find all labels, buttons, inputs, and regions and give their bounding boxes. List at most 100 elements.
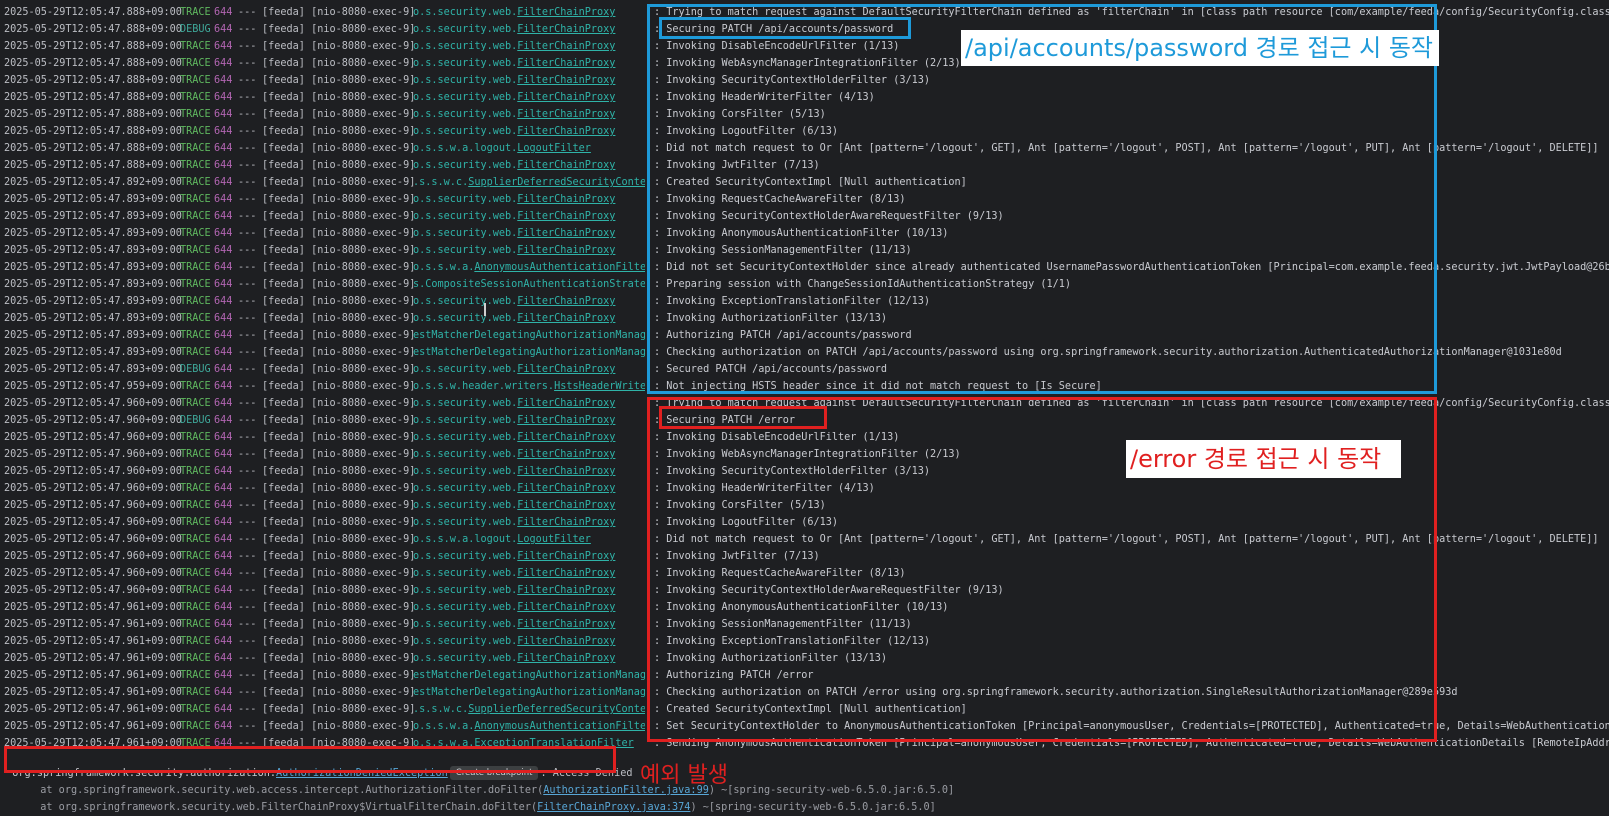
source-link[interactable]: FilterChainProxy.java:374 <box>537 802 690 813</box>
logger-class-link[interactable]: FilterChainProxy <box>517 313 615 324</box>
log-logger[interactable]: o.s.security.web.FilterChainProxy <box>413 21 645 38</box>
logger-class-link[interactable]: AnonymousAuthenticationFilter <box>474 262 645 273</box>
logger-class-link[interactable]: FilterChainProxy <box>517 415 615 426</box>
logger-class-link[interactable]: HstsHeaderWriter <box>554 381 645 392</box>
log-separator: --- <box>238 75 257 86</box>
log-logger[interactable]: o.s.s.w.a.AnonymousAuthenticationFilter <box>413 718 645 735</box>
log-logger[interactable]: o.s.security.web.FilterChainProxy <box>413 157 645 174</box>
log-logger[interactable]: o.s.s.w.a.logout.LogoutFilter <box>413 140 645 157</box>
logger-class-link[interactable]: FilterChainProxy <box>517 109 615 120</box>
log-logger[interactable]: .s.s.w.c.SupplierDeferredSecurityContext <box>413 174 645 191</box>
log-timestamp: 2025-05-29T12:05:47.959+09:00 <box>4 381 182 392</box>
log-separator: --- <box>238 92 257 103</box>
log-logger[interactable]: o.s.security.web.FilterChainProxy <box>413 548 645 565</box>
logger-class-link[interactable]: FilterChainProxy <box>517 585 615 596</box>
logger-class-link[interactable]: FilterChainProxy <box>517 296 615 307</box>
logger-class-link[interactable]: FilterChainProxy <box>517 551 615 562</box>
log-logger[interactable]: s.CompositeSessionAuthenticationStrategy <box>413 276 645 293</box>
log-logger[interactable]: o.s.security.web.FilterChainProxy <box>413 599 645 616</box>
log-logger[interactable]: o.s.security.web.FilterChainProxy <box>413 565 645 582</box>
log-logger[interactable]: o.s.security.web.FilterChainProxy <box>413 72 645 89</box>
log-timestamp: 2025-05-29T12:05:47.893+09:00 <box>4 279 182 290</box>
log-logger[interactable]: o.s.security.web.FilterChainProxy <box>413 650 645 667</box>
log-logger[interactable]: o.s.security.web.FilterChainProxy <box>413 429 645 446</box>
logger-class-link[interactable]: FilterChainProxy <box>517 75 615 86</box>
log-logger[interactable]: o.s.security.web.FilterChainProxy <box>413 55 645 72</box>
log-pid: 644 <box>214 619 233 630</box>
logger-class-link[interactable]: FilterChainProxy <box>517 653 615 664</box>
logger-class-link[interactable]: FilterChainProxy <box>517 398 615 409</box>
logger-class-link[interactable]: FilterChainProxy <box>517 568 615 579</box>
logger-class-link[interactable]: FilterChainProxy <box>517 211 615 222</box>
log-logger[interactable]: o.s.security.web.FilterChainProxy <box>413 412 645 429</box>
log-logger[interactable]: o.s.security.web.FilterChainProxy <box>413 208 645 225</box>
logger-class-link[interactable]: FilterChainProxy <box>517 619 615 630</box>
logger-class-link[interactable]: FilterChainProxy <box>517 228 615 239</box>
logger-class-link[interactable]: FilterChainProxy <box>517 58 615 69</box>
log-logger[interactable]: estMatcherDelegatingAuthorizationManager <box>413 667 645 684</box>
log-level: TRACE <box>180 670 211 681</box>
log-logger[interactable]: o.s.security.web.FilterChainProxy <box>413 310 645 327</box>
logger-class-link[interactable]: FilterChainProxy <box>517 160 615 171</box>
log-logger[interactable]: o.s.security.web.FilterChainProxy <box>413 616 645 633</box>
logger-class-link[interactable]: FilterChainProxy <box>517 483 615 494</box>
logger-class-link[interactable]: FilterChainProxy <box>517 24 615 35</box>
log-logger[interactable]: o.s.security.web.FilterChainProxy <box>413 395 645 412</box>
logger-class-link[interactable]: LogoutFilter <box>517 143 591 154</box>
log-level: TRACE <box>180 347 211 358</box>
log-thread: [feeda] [nio-8080-exec-9] <box>262 347 416 358</box>
log-logger[interactable]: o.s.security.web.FilterChainProxy <box>413 463 645 480</box>
logger-class-link[interactable]: FilterChainProxy <box>517 92 615 103</box>
log-logger[interactable]: o.s.security.web.FilterChainProxy <box>413 4 645 21</box>
log-logger[interactable]: o.s.security.web.FilterChainProxy <box>413 361 645 378</box>
log-logger[interactable]: o.s.s.w.a.AnonymousAuthenticationFilter <box>413 259 645 276</box>
logger-class-link[interactable]: LogoutFilter <box>517 534 591 545</box>
log-separator: --- <box>238 517 257 528</box>
log-logger[interactable]: o.s.security.web.FilterChainProxy <box>413 89 645 106</box>
log-timestamp: 2025-05-29T12:05:47.888+09:00 <box>4 41 182 52</box>
log-logger[interactable]: estMatcherDelegatingAuthorizationManager <box>413 327 645 344</box>
log-level: TRACE <box>180 177 211 188</box>
log-logger[interactable]: o.s.security.web.FilterChainProxy <box>413 38 645 55</box>
log-thread: [feeda] [nio-8080-exec-9] <box>262 568 416 579</box>
logger-class-link[interactable]: FilterChainProxy <box>517 602 615 613</box>
log-logger[interactable]: o.s.security.web.FilterChainProxy <box>413 123 645 140</box>
log-logger[interactable]: o.s.security.web.FilterChainProxy <box>413 582 645 599</box>
logger-class-link[interactable]: FilterChainProxy <box>517 245 615 256</box>
log-logger[interactable]: estMatcherDelegatingAuthorizationManager <box>413 684 645 701</box>
logger-class-link[interactable]: FilterChainProxy <box>517 126 615 137</box>
log-level: TRACE <box>180 687 211 698</box>
logger-class-link[interactable]: SupplierDeferredSecurityContext <box>468 704 645 715</box>
log-logger[interactable]: o.s.security.web.FilterChainProxy <box>413 242 645 259</box>
log-timestamp: 2025-05-29T12:05:47.888+09:00 <box>4 126 182 137</box>
log-logger[interactable]: o.s.security.web.FilterChainProxy <box>413 293 645 310</box>
log-logger[interactable]: o.s.security.web.FilterChainProxy <box>413 191 645 208</box>
logger-class-link[interactable]: SupplierDeferredSecurityContext <box>468 177 645 188</box>
log-pid: 644 <box>214 517 233 528</box>
logger-class-link[interactable]: FilterChainProxy <box>517 41 615 52</box>
log-logger[interactable]: estMatcherDelegatingAuthorizationManager <box>413 344 645 361</box>
log-thread: [feeda] [nio-8080-exec-9] <box>262 381 416 392</box>
log-timestamp: 2025-05-29T12:05:47.893+09:00 <box>4 228 182 239</box>
log-logger[interactable]: o.s.s.w.header.writers.HstsHeaderWriter <box>413 378 645 395</box>
logger-class-link[interactable]: FilterChainProxy <box>517 194 615 205</box>
logger-class-link[interactable]: FilterChainProxy <box>517 466 615 477</box>
logger-class-link[interactable]: FilterChainProxy <box>517 364 615 375</box>
logger-class-link[interactable]: FilterChainProxy <box>517 636 615 647</box>
log-logger[interactable]: o.s.security.web.FilterChainProxy <box>413 446 645 463</box>
log-logger[interactable]: o.s.security.web.FilterChainProxy <box>413 633 645 650</box>
logger-class-link[interactable]: FilterChainProxy <box>517 517 615 528</box>
log-logger[interactable]: o.s.security.web.FilterChainProxy <box>413 497 645 514</box>
log-logger[interactable]: o.s.security.web.FilterChainProxy <box>413 514 645 531</box>
logger-class-link[interactable]: AnonymousAuthenticationFilter <box>474 721 645 732</box>
log-logger[interactable]: o.s.security.web.FilterChainProxy <box>413 106 645 123</box>
log-logger[interactable]: o.s.security.web.FilterChainProxy <box>413 225 645 242</box>
log-level: TRACE <box>180 330 211 341</box>
logger-class-link[interactable]: FilterChainProxy <box>517 500 615 511</box>
log-logger[interactable]: o.s.security.web.FilterChainProxy <box>413 480 645 497</box>
log-logger[interactable]: o.s.s.w.a.logout.LogoutFilter <box>413 531 645 548</box>
logger-class-link[interactable]: FilterChainProxy <box>517 449 615 460</box>
logger-class-link[interactable]: FilterChainProxy <box>517 432 615 443</box>
log-logger[interactable]: .s.s.w.c.SupplierDeferredSecurityContext <box>413 701 645 718</box>
logger-class-link[interactable]: FilterChainProxy <box>517 7 615 18</box>
